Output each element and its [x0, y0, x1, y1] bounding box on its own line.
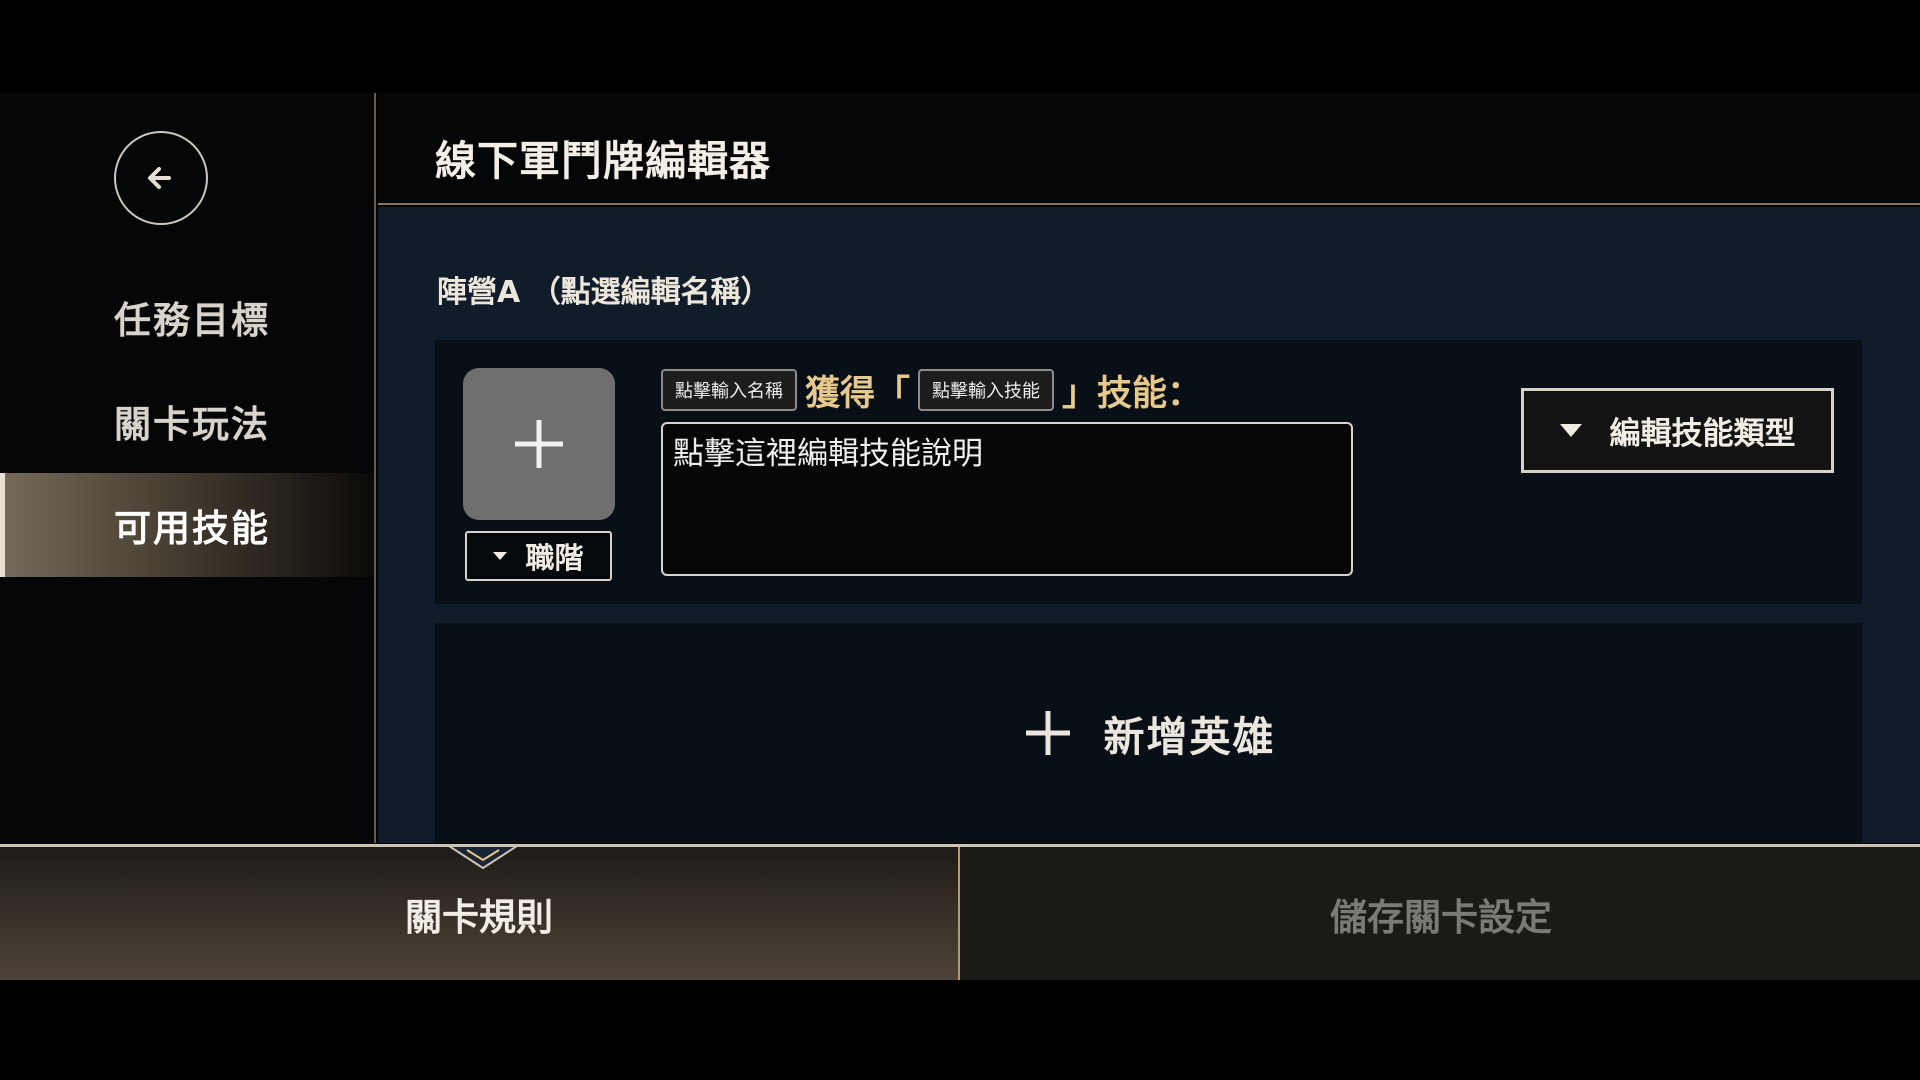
sidebar-item-label: 可用技能: [114, 507, 270, 550]
sidebar-item-label: 關卡玩法: [114, 403, 270, 446]
active-tab-indicator-icon: [447, 845, 519, 870]
back-button[interactable]: [114, 131, 208, 225]
triangle-down-icon: [493, 552, 508, 560]
sidebar: 任務目標 關卡玩法 可用技能: [0, 93, 376, 843]
editor-app: 任務目標 關卡玩法 可用技能 線下軍鬥牌編輯器 陣營A （點選編輯名稱） 職階: [0, 93, 1920, 980]
sidebar-item-label: 任務目標: [114, 299, 270, 342]
gain-text: 獲得「: [805, 373, 911, 414]
skill-card: 職階 點擊輸入名稱 獲得「 點擊輸入技能 」技能： 點擊這裡編輯技能說明 編輯技…: [435, 340, 1862, 604]
job-class-dropdown[interactable]: 職階: [465, 531, 612, 581]
main-content: 陣營A （點選編輯名稱） 職階 點擊輸入名稱 獲得「 點擊輸入技能 」技能： 點…: [378, 207, 1920, 843]
arrow-left-icon: [148, 167, 171, 189]
hero-name-input[interactable]: 點擊輸入名稱: [661, 369, 797, 411]
triangle-down-icon: [1559, 424, 1582, 437]
sidebar-item-level-gameplay[interactable]: 關卡玩法: [0, 369, 374, 473]
skill-suffix-text: 」技能：: [1062, 373, 1203, 414]
page-title: 線下軍鬥牌編輯器: [435, 137, 771, 185]
plus-icon: [1025, 711, 1070, 755]
plus-icon: [515, 420, 563, 468]
header: 線下軍鬥牌編輯器: [378, 93, 1920, 205]
add-hero-button[interactable]: 新增英雄: [435, 623, 1862, 843]
tab-save-level-settings[interactable]: 儲存關卡設定: [962, 847, 1920, 980]
edit-skill-type-label: 編輯技能類型: [1609, 416, 1796, 452]
skill-title-line: 點擊輸入名稱 獲得「 點擊輸入技能 」技能：: [661, 364, 1210, 416]
edit-skill-type-button[interactable]: 編輯技能類型: [1521, 388, 1834, 473]
skill-description-field[interactable]: 點擊這裡編輯技能說明: [661, 422, 1353, 576]
skill-name-input[interactable]: 點擊輸入技能: [918, 369, 1055, 411]
team-name-title[interactable]: 陣營A （點選編輯名稱）: [437, 267, 771, 311]
sidebar-item-available-skills[interactable]: 可用技能: [0, 473, 374, 577]
hero-slot-add-button[interactable]: [463, 368, 615, 520]
sidebar-item-mission-goal[interactable]: 任務目標: [0, 265, 374, 369]
job-class-label: 職階: [525, 541, 584, 575]
tab-save-level-settings-label: 儲存關卡設定: [1330, 895, 1552, 939]
add-hero-label: 新增英雄: [1103, 713, 1276, 761]
bottom-tab-bar: 關卡規則 儲存關卡設定: [0, 844, 1920, 980]
tab-level-rules-label: 關卡規則: [405, 895, 553, 939]
